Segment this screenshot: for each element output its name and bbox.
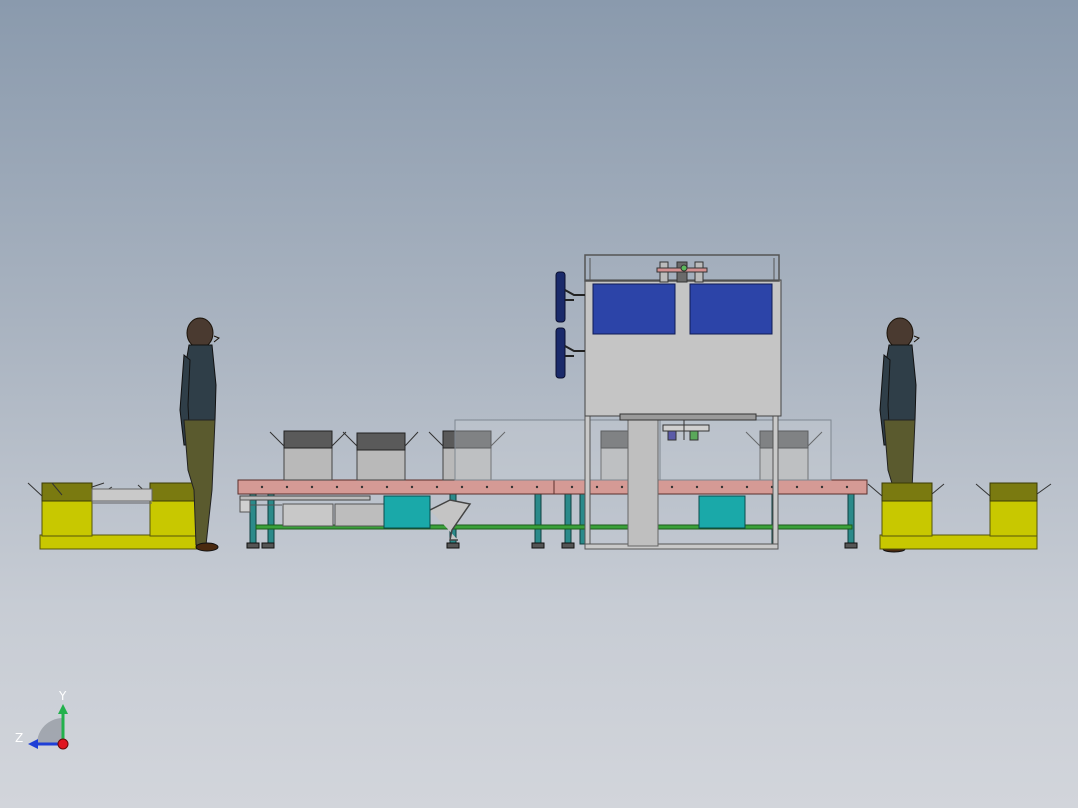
side-monitor-upper: [555, 271, 585, 323]
left-pallet-station: [27, 482, 211, 550]
right-pallet-box-1: [881, 499, 933, 537]
guide-rail-left: [239, 495, 371, 501]
triad-x-axis: [57, 738, 69, 750]
control-box-right: [698, 495, 746, 529]
triad-z-label: Z: [15, 731, 24, 745]
drive-housing: [334, 503, 386, 527]
carton-1: [269, 430, 347, 481]
right-pallet-box-2-top: [989, 482, 1038, 502]
triad-y-arrow: [58, 704, 68, 714]
triad-z-arrow: [28, 739, 38, 749]
machine-base-rail: [584, 543, 779, 550]
hopper-panel-right: [689, 283, 773, 335]
top-valves: [656, 261, 708, 283]
right-pallet-box-1-top: [881, 482, 933, 502]
cad-viewport[interactable]: Y Z: [0, 0, 1078, 808]
left-pallet-box-2: [149, 499, 199, 537]
right-pallet-base: [879, 534, 1038, 550]
side-monitor-lower: [555, 327, 585, 379]
roller-deck-right: [553, 479, 868, 495]
control-box-left: [383, 495, 431, 529]
right-pallet-station: [867, 482, 1052, 550]
left-pallet-box-1: [41, 499, 93, 537]
hopper-panel-left: [592, 283, 676, 335]
left-pallet-base: [39, 534, 199, 550]
roller-deck-left: [237, 479, 555, 495]
filling-machine: [555, 254, 782, 550]
left-feed-conveyor: [91, 488, 153, 502]
triad-y-label: Y: [59, 689, 67, 703]
carton-2: [342, 431, 419, 481]
triad-arc: [37, 718, 63, 744]
right-pallet-box-2: [989, 499, 1038, 537]
line-side-view: [27, 254, 1052, 750]
left-pallet-box-2-top: [149, 482, 199, 502]
machine-center-column: [627, 419, 659, 547]
left-pallet-box-1-top: [41, 482, 93, 502]
coordinate-triad: [28, 704, 69, 750]
drive-plate: [282, 503, 334, 527]
